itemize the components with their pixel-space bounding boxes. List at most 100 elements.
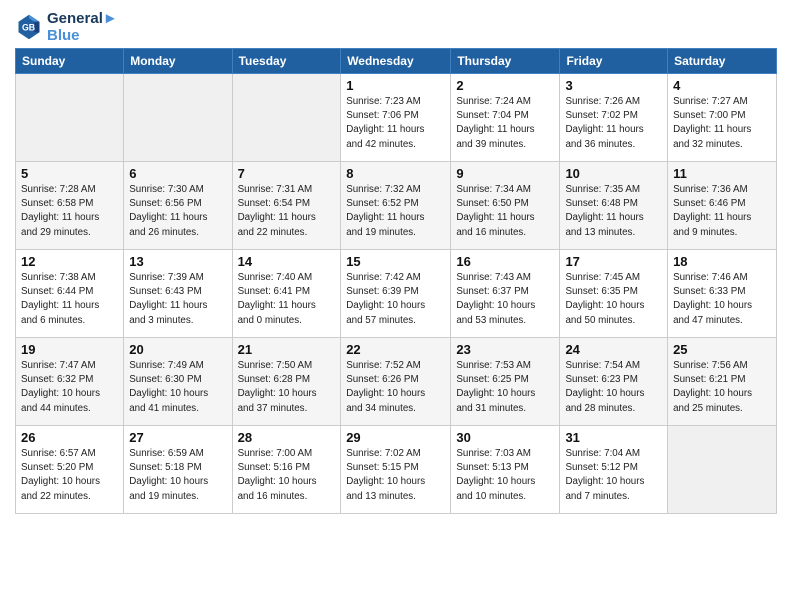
calendar-table: SundayMondayTuesdayWednesdayThursdayFrid… — [15, 48, 777, 514]
day-number: 22 — [346, 342, 445, 357]
day-number: 21 — [238, 342, 336, 357]
weekday-header-wednesday: Wednesday — [341, 49, 451, 74]
calendar-cell — [16, 74, 124, 162]
calendar-cell: 28 Sunrise: 7:00 AMSunset: 5:16 PMDayligh… — [232, 426, 341, 514]
day-number: 13 — [129, 254, 226, 269]
calendar-week-row: 19 Sunrise: 7:47 AMSunset: 6:32 PMDayligh… — [16, 338, 777, 426]
calendar-week-row: 12 Sunrise: 7:38 AMSunset: 6:44 PMDayligh… — [16, 250, 777, 338]
header: GB General► Blue — [15, 10, 777, 44]
calendar-cell: 24 Sunrise: 7:54 AMSunset: 6:23 PMDayligh… — [560, 338, 668, 426]
day-info: Sunrise: 7:32 AMSunset: 6:52 PMDaylight:… — [346, 183, 445, 240]
day-number: 4 — [673, 78, 771, 93]
day-info: Sunrise: 7:49 AMSunset: 6:30 PMDaylight:… — [129, 359, 226, 416]
calendar-cell: 22 Sunrise: 7:52 AMSunset: 6:26 PMDayligh… — [341, 338, 451, 426]
day-number: 18 — [673, 254, 771, 269]
day-info: Sunrise: 7:46 AMSunset: 6:33 PMDaylight:… — [673, 271, 771, 328]
calendar-cell: 30Sunrise: 7:03 AMSunset: 5:13 PMDayligh… — [451, 426, 560, 514]
day-number: 16 — [456, 254, 554, 269]
day-info: Sunrise: 7:03 AMSunset: 5:13 PMDaylight:… — [456, 447, 554, 504]
calendar-cell: 31 Sunrise: 7:04 AMSunset: 5:12 PMDayligh… — [560, 426, 668, 514]
calendar-cell: 17 Sunrise: 7:45 AMSunset: 6:35 PMDayligh… — [560, 250, 668, 338]
calendar-cell: 2 Sunrise: 7:24 AMSunset: 7:04 PMDaylight… — [451, 74, 560, 162]
day-info: Sunrise: 7:30 AMSunset: 6:56 PMDaylight:… — [129, 183, 226, 240]
calendar-cell: 25 Sunrise: 7:56 AMSunset: 6:21 PMDayligh… — [668, 338, 777, 426]
logo-icon: GB — [15, 13, 43, 41]
calendar-cell: 8 Sunrise: 7:32 AMSunset: 6:52 PMDaylight… — [341, 162, 451, 250]
day-number: 17 — [565, 254, 662, 269]
day-number: 28 — [238, 430, 336, 445]
calendar-header: SundayMondayTuesdayWednesdayThursdayFrid… — [16, 49, 777, 74]
calendar-body: 1Sunrise: 7:23 AMSunset: 7:06 PMDaylight… — [16, 74, 777, 514]
calendar-week-row: 5 Sunrise: 7:28 AMSunset: 6:58 PMDaylight… — [16, 162, 777, 250]
day-number: 5 — [21, 166, 118, 181]
day-info: Sunrise: 7:50 AMSunset: 6:28 PMDaylight:… — [238, 359, 336, 416]
day-info: Sunrise: 7:54 AMSunset: 6:23 PMDaylight:… — [565, 359, 662, 416]
day-number: 11 — [673, 166, 771, 181]
logo: GB General► Blue — [15, 10, 118, 44]
calendar-cell: 5 Sunrise: 7:28 AMSunset: 6:58 PMDaylight… — [16, 162, 124, 250]
day-info: Sunrise: 7:24 AMSunset: 7:04 PMDaylight:… — [456, 95, 554, 152]
calendar-cell — [124, 74, 232, 162]
calendar-cell: 14 Sunrise: 7:40 AMSunset: 6:41 PMDayligh… — [232, 250, 341, 338]
day-number: 2 — [456, 78, 554, 93]
day-number: 15 — [346, 254, 445, 269]
weekday-header-tuesday: Tuesday — [232, 49, 341, 74]
day-info: Sunrise: 7:56 AMSunset: 6:21 PMDaylight:… — [673, 359, 771, 416]
weekday-header-friday: Friday — [560, 49, 668, 74]
day-number: 23 — [456, 342, 554, 357]
calendar-cell: 16Sunrise: 7:43 AMSunset: 6:37 PMDayligh… — [451, 250, 560, 338]
logo-text: General► Blue — [47, 10, 118, 44]
day-number: 8 — [346, 166, 445, 181]
day-info: Sunrise: 7:38 AMSunset: 6:44 PMDaylight:… — [21, 271, 118, 328]
calendar-cell: 18 Sunrise: 7:46 AMSunset: 6:33 PMDayligh… — [668, 250, 777, 338]
day-number: 14 — [238, 254, 336, 269]
calendar-cell: 19 Sunrise: 7:47 AMSunset: 6:32 PMDayligh… — [16, 338, 124, 426]
day-info: Sunrise: 7:00 AMSunset: 5:16 PMDaylight:… — [238, 447, 336, 504]
day-info: Sunrise: 7:02 AMSunset: 5:15 PMDaylight:… — [346, 447, 445, 504]
day-info: Sunrise: 7:42 AMSunset: 6:39 PMDaylight:… — [346, 271, 445, 328]
weekday-header-thursday: Thursday — [451, 49, 560, 74]
calendar-week-row: 1Sunrise: 7:23 AMSunset: 7:06 PMDaylight… — [16, 74, 777, 162]
day-info: Sunrise: 7:28 AMSunset: 6:58 PMDaylight:… — [21, 183, 118, 240]
calendar-cell: 15 Sunrise: 7:42 AMSunset: 6:39 PMDayligh… — [341, 250, 451, 338]
day-info: Sunrise: 7:23 AMSunset: 7:06 PMDaylight:… — [346, 95, 445, 152]
day-info: Sunrise: 7:53 AMSunset: 6:25 PMDaylight:… — [456, 359, 554, 416]
weekday-header-saturday: Saturday — [668, 49, 777, 74]
calendar-cell — [668, 426, 777, 514]
calendar-cell: 9Sunrise: 7:34 AMSunset: 6:50 PMDaylight… — [451, 162, 560, 250]
calendar-cell: 13 Sunrise: 7:39 AMSunset: 6:43 PMDayligh… — [124, 250, 232, 338]
calendar-cell — [232, 74, 341, 162]
calendar-cell: 26 Sunrise: 6:57 AMSunset: 5:20 PMDayligh… — [16, 426, 124, 514]
day-number: 29 — [346, 430, 445, 445]
day-info: Sunrise: 6:57 AMSunset: 5:20 PMDaylight:… — [21, 447, 118, 504]
calendar-cell: 21 Sunrise: 7:50 AMSunset: 6:28 PMDayligh… — [232, 338, 341, 426]
day-number: 31 — [565, 430, 662, 445]
weekday-header-sunday: Sunday — [16, 49, 124, 74]
day-number: 6 — [129, 166, 226, 181]
day-number: 12 — [21, 254, 118, 269]
day-number: 25 — [673, 342, 771, 357]
day-info: Sunrise: 7:52 AMSunset: 6:26 PMDaylight:… — [346, 359, 445, 416]
calendar-cell: 6 Sunrise: 7:30 AMSunset: 6:56 PMDaylight… — [124, 162, 232, 250]
day-info: Sunrise: 7:26 AMSunset: 7:02 PMDaylight:… — [565, 95, 662, 152]
calendar-cell: 11 Sunrise: 7:36 AMSunset: 6:46 PMDayligh… — [668, 162, 777, 250]
day-number: 7 — [238, 166, 336, 181]
day-number: 3 — [565, 78, 662, 93]
day-info: Sunrise: 7:04 AMSunset: 5:12 PMDaylight:… — [565, 447, 662, 504]
day-info: Sunrise: 7:31 AMSunset: 6:54 PMDaylight:… — [238, 183, 336, 240]
weekday-header-monday: Monday — [124, 49, 232, 74]
page-container: GB General► Blue SundayMondayTuesdayWedn… — [0, 0, 792, 519]
calendar-cell: 1Sunrise: 7:23 AMSunset: 7:06 PMDaylight… — [341, 74, 451, 162]
day-number: 24 — [565, 342, 662, 357]
day-number: 19 — [21, 342, 118, 357]
day-info: Sunrise: 6:59 AMSunset: 5:18 PMDaylight:… — [129, 447, 226, 504]
day-number: 26 — [21, 430, 118, 445]
day-info: Sunrise: 7:45 AMSunset: 6:35 PMDaylight:… — [565, 271, 662, 328]
day-info: Sunrise: 7:40 AMSunset: 6:41 PMDaylight:… — [238, 271, 336, 328]
weekday-header-row: SundayMondayTuesdayWednesdayThursdayFrid… — [16, 49, 777, 74]
calendar-week-row: 26 Sunrise: 6:57 AMSunset: 5:20 PMDayligh… — [16, 426, 777, 514]
day-info: Sunrise: 7:39 AMSunset: 6:43 PMDaylight:… — [129, 271, 226, 328]
calendar-cell: 29 Sunrise: 7:02 AMSunset: 5:15 PMDayligh… — [341, 426, 451, 514]
day-info: Sunrise: 7:36 AMSunset: 6:46 PMDaylight:… — [673, 183, 771, 240]
day-info: Sunrise: 7:47 AMSunset: 6:32 PMDaylight:… — [21, 359, 118, 416]
